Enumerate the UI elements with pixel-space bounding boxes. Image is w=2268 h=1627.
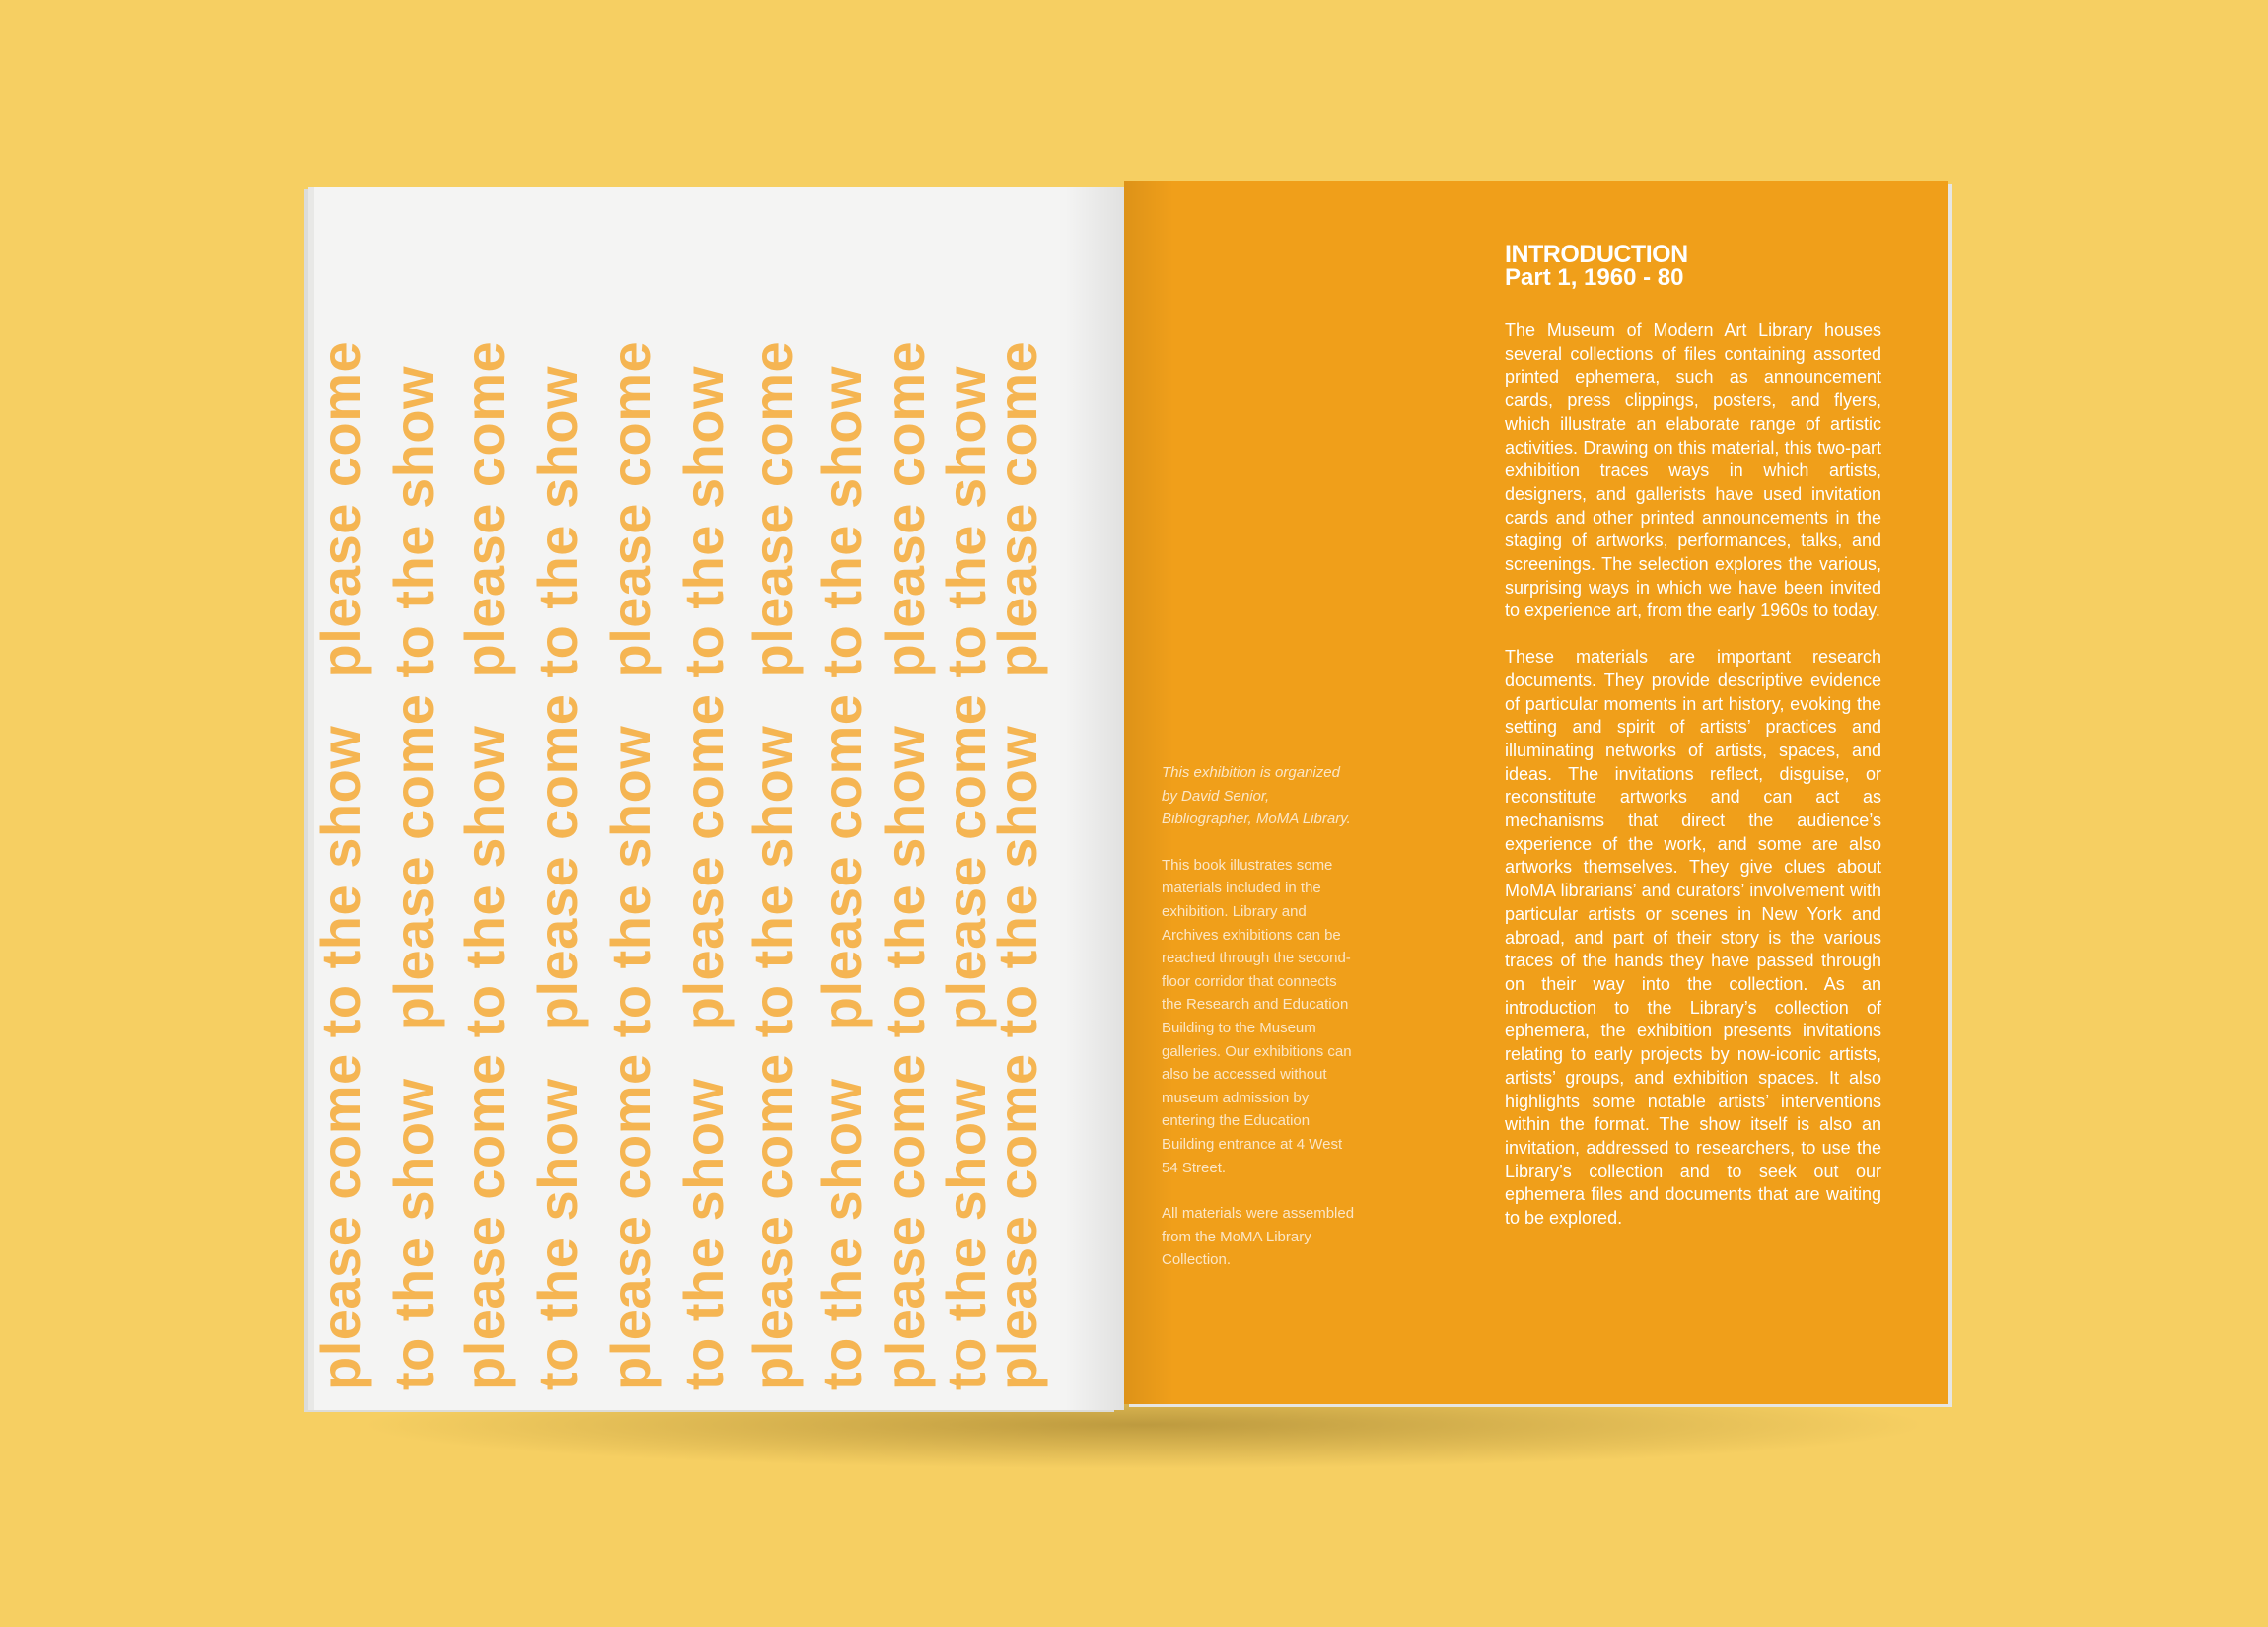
pattern-column: please come to the show please come	[742, 340, 804, 1390]
paragraph: The Museum of Modern Art Library houses …	[1505, 320, 1881, 621]
pattern-column: please come to the show please come	[600, 340, 662, 1390]
pattern-column: to the show please come to the show	[673, 365, 735, 1390]
paragraph: These materials are important research d…	[1505, 647, 1881, 1229]
section-heading: INTRODUCTION Part 1, 1960 - 80	[1505, 243, 1688, 290]
page-title: INTRODUCTION	[1505, 241, 1688, 268]
pattern-column: please come to the show please come	[314, 340, 372, 1390]
organizer-note: This exhibition is organized by David Se…	[1162, 764, 1351, 828]
pattern-column: please come to the show please come	[454, 340, 516, 1390]
page-subtitle: Part 1, 1960 - 80	[1505, 264, 1684, 291]
right-page: This exhibition is organized by David Se…	[1124, 181, 1948, 1404]
left-page: please come to the show please come to t…	[314, 187, 1124, 1410]
side-notes: This exhibition is organized by David Se…	[1162, 761, 1359, 1295]
pattern-column: please come to the show please come	[986, 340, 1048, 1390]
collection-note: All materials were assembled from the Mo…	[1162, 1205, 1355, 1269]
pattern-column: to the show please come to the show	[811, 365, 873, 1390]
introduction-text: The Museum of Modern Art Library houses …	[1505, 319, 1881, 1253]
access-note: This book illustrates some materials inc…	[1162, 856, 1352, 1176]
pattern-column: to the show please come to the show	[383, 365, 445, 1390]
pattern-column: to the show please come to the show	[527, 365, 589, 1390]
